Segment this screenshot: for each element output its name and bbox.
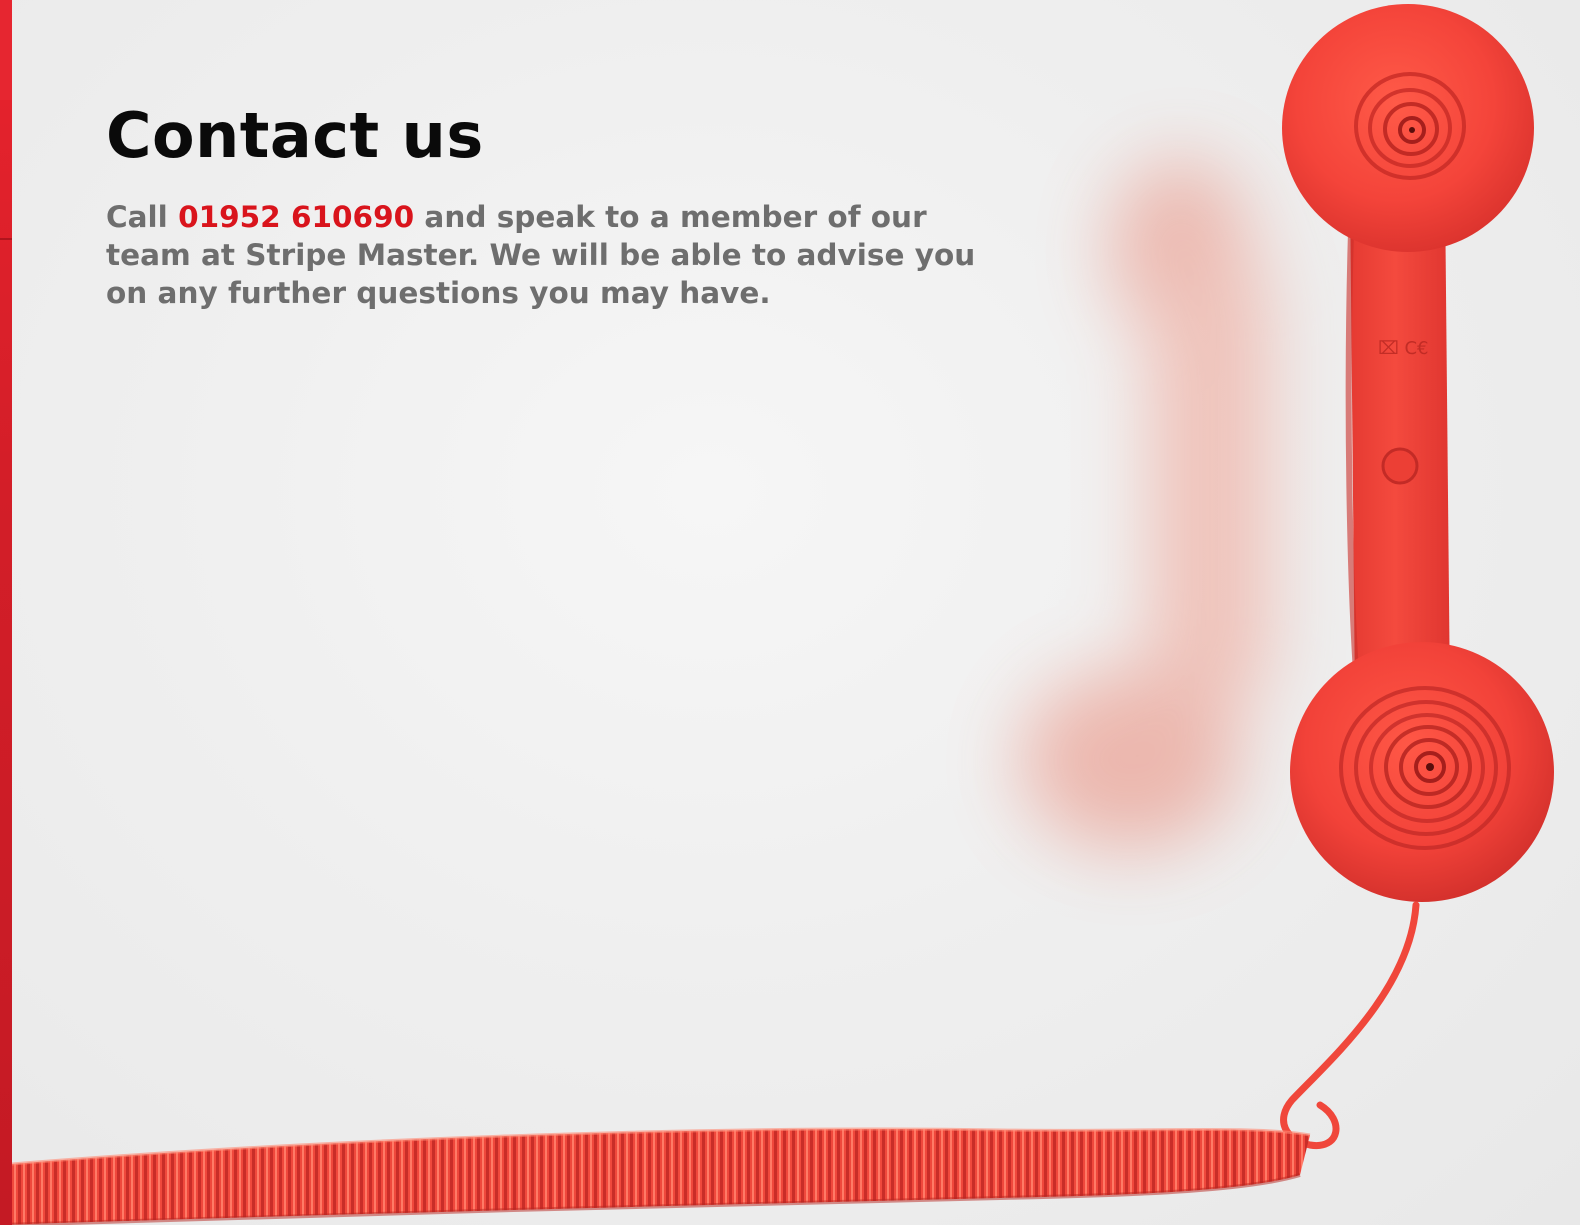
page-title: Contact us [106, 99, 484, 172]
svg-text:⌧ C€: ⌧ C€ [1378, 338, 1428, 359]
left-accent-bar-top [0, 0, 12, 100]
left-accent-bar-divider [0, 238, 12, 240]
left-accent-bar [0, 0, 12, 1225]
lead-prefix: Call [106, 200, 168, 234]
contact-lead-text: Call 01952 610690 and speak to a member … [106, 198, 996, 312]
contact-content: Contact us Call 01952 610690 and speak t… [106, 92, 1006, 312]
phone-number-link[interactable]: 01952 610690 [178, 200, 414, 234]
contact-page: ⌧ C€ Contact us Call 01952 610690 and sp… [0, 0, 1580, 1225]
